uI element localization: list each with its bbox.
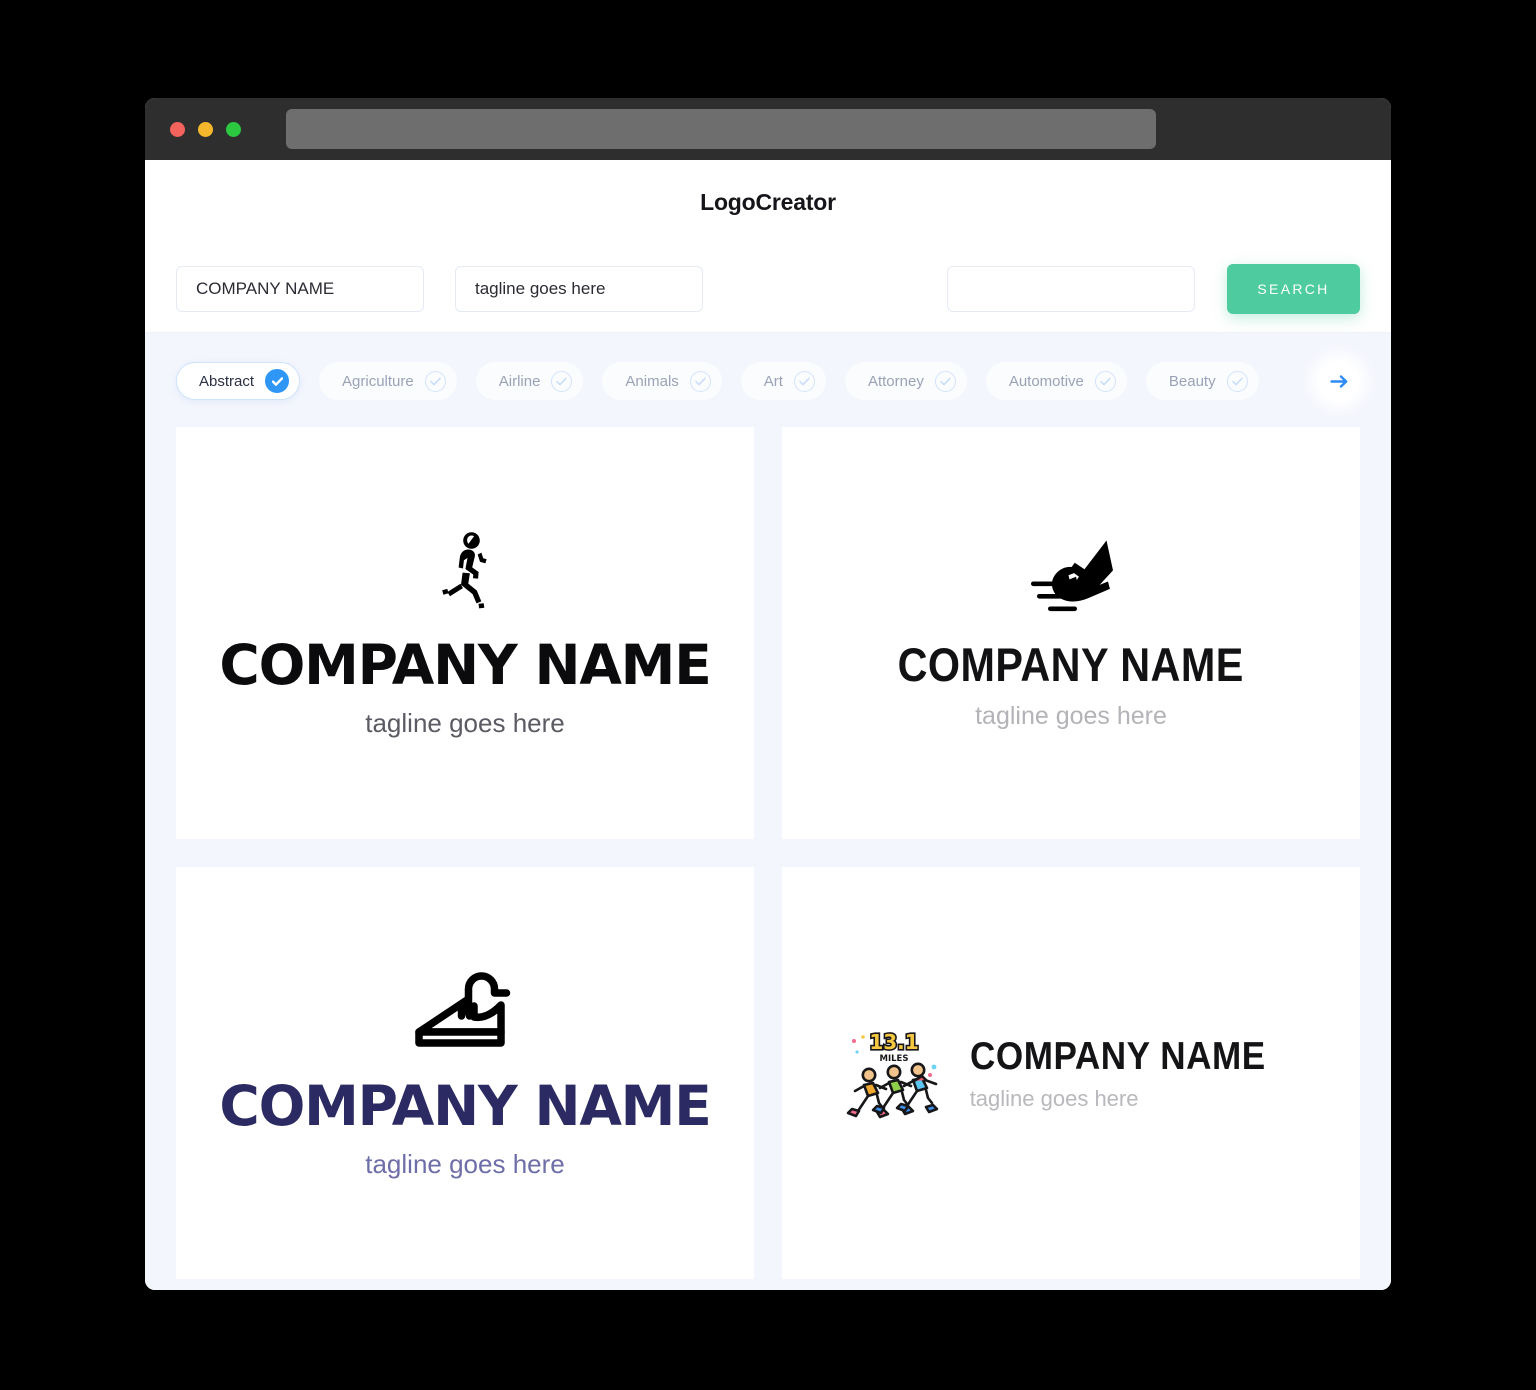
screenshot-root: LogoCreator SEARCH Abstract Agriculture Ai…	[0, 0, 1536, 1390]
results-area: Abstract Agriculture Airline Animals Art Atto…	[145, 333, 1391, 1290]
check-circle-icon[interactable]	[424, 370, 446, 392]
logo-card[interactable]: COMPANY NAME tagline goes here	[782, 427, 1360, 839]
check-circle-icon[interactable]	[1094, 370, 1116, 392]
logo-card[interactable]: COMPANY NAME tagline goes here	[176, 867, 754, 1279]
logo-company-name: COMPANY NAME	[897, 638, 1245, 691]
search-button[interactable]: SEARCH	[1227, 263, 1360, 314]
category-chip-attorney[interactable]: Attorney	[844, 362, 967, 400]
category-chip-animals[interactable]: Animals	[602, 362, 722, 400]
check-circle-icon[interactable]	[265, 369, 290, 393]
category-chip-beauty[interactable]: Beauty	[1145, 362, 1259, 400]
check-circle-icon[interactable]	[934, 370, 956, 392]
category-chip-label: Attorney	[867, 372, 924, 390]
brand-logo-text: LogoCreator	[700, 189, 836, 215]
category-chip-abstract[interactable]: Abstract	[176, 362, 301, 400]
category-chip-label: Art	[763, 372, 783, 390]
logo-results-grid: COMPANY NAME tagline goes here COMPANY N…	[176, 427, 1360, 1279]
arrow-right-icon[interactable]	[1318, 360, 1360, 402]
check-circle-icon[interactable]	[551, 370, 573, 392]
logo-card[interactable]: 13.1 MILES COMPANY NAME tagline goes her…	[782, 867, 1360, 1279]
keyword-input[interactable]	[947, 265, 1195, 312]
running-man-icon	[219, 530, 710, 614]
logo-card[interactable]: COMPANY NAME tagline goes here	[176, 427, 754, 839]
category-chip-label: Automotive	[1008, 372, 1084, 390]
sneaker-outline-icon	[219, 969, 710, 1051]
logo-tagline: tagline goes here	[969, 1085, 1139, 1111]
running-shoe-icon	[874, 537, 1267, 619]
three-runners-icon: 13.1 MILES	[844, 1023, 944, 1123]
logo-company-name: COMPANY NAME	[219, 633, 711, 697]
category-chip-label: Abstract	[199, 372, 255, 390]
category-filter-bar: Abstract Agriculture Airline Animals Art Atto…	[176, 357, 1360, 405]
browser-window: LogoCreator SEARCH Abstract Agriculture Ai…	[145, 98, 1391, 1290]
svg-text:13.1: 13.1	[869, 1030, 918, 1054]
logo-tagline: tagline goes here	[365, 708, 565, 738]
category-chip-automotive[interactable]: Automotive	[985, 362, 1127, 400]
category-chip-agriculture[interactable]: Agriculture	[319, 362, 457, 400]
category-chip-label: Airline	[498, 372, 541, 390]
logo-tagline: tagline goes here	[365, 1149, 565, 1179]
search-toolbar: SEARCH	[145, 245, 1391, 333]
check-circle-icon[interactable]	[689, 370, 711, 392]
logo-company-name: COMPANY NAME	[219, 1074, 711, 1138]
site-header: LogoCreator	[145, 160, 1391, 245]
category-chip-airline[interactable]: Airline	[475, 362, 584, 400]
minimize-window-button[interactable]	[198, 121, 213, 137]
tagline-input[interactable]	[455, 265, 703, 312]
url-bar[interactable]	[286, 109, 1156, 149]
maximize-window-button[interactable]	[226, 121, 241, 137]
close-window-button[interactable]	[170, 121, 185, 137]
category-chip-label: Agriculture	[342, 372, 414, 390]
category-chip-label: Animals	[625, 372, 679, 390]
logo-company-name: COMPANY NAME	[969, 1034, 1266, 1078]
company-name-input[interactable]	[176, 265, 424, 312]
category-chip-label: Beauty	[1168, 372, 1216, 390]
check-circle-icon[interactable]	[793, 370, 815, 392]
logo-tagline: tagline goes here	[975, 702, 1167, 730]
category-chip-art[interactable]: Art	[740, 362, 826, 400]
check-circle-icon[interactable]	[1226, 370, 1248, 392]
browser-titlebar	[145, 98, 1391, 160]
svg-text:MILES: MILES	[879, 1054, 908, 1064]
traffic-lights	[170, 121, 241, 137]
